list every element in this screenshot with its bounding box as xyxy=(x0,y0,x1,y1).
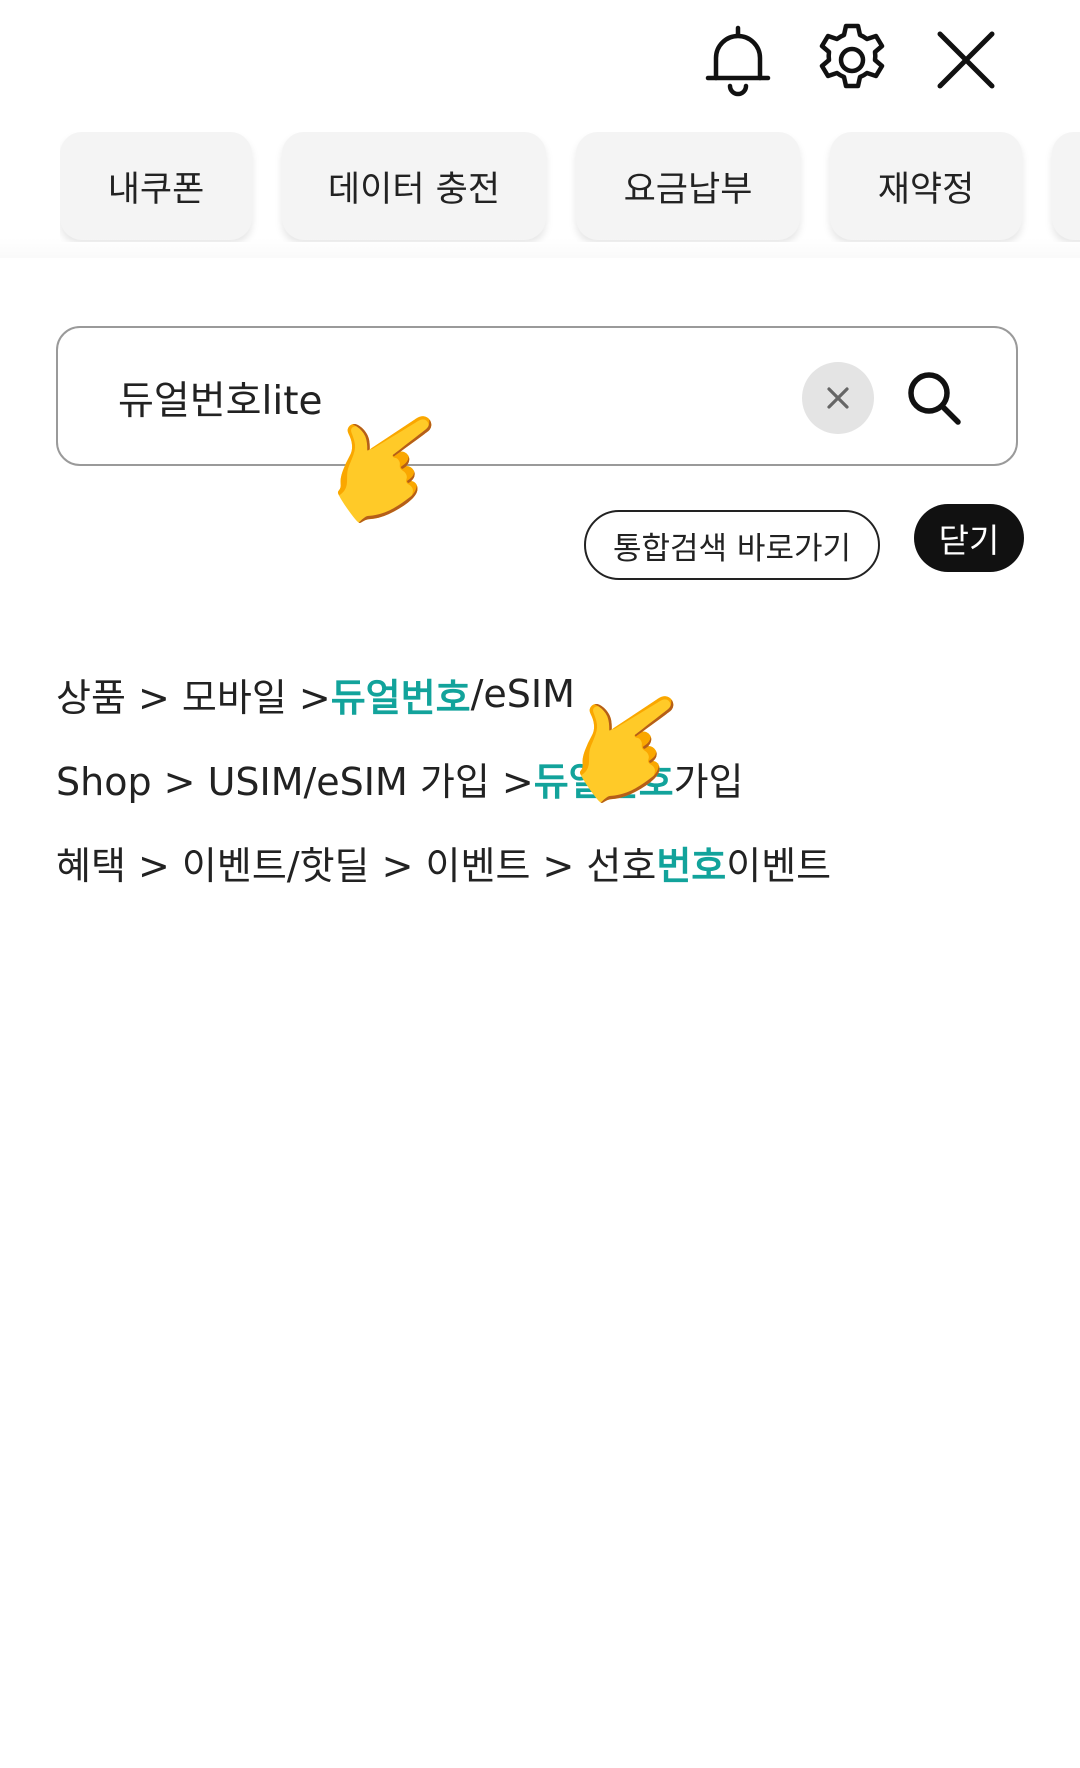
top-toolbar xyxy=(696,18,1008,102)
suggestion-item[interactable]: 혜택 > 이벤트/핫딜 > 이벤트 > 선호 번호 이벤트 xyxy=(56,820,831,904)
search-button[interactable] xyxy=(894,358,974,438)
suggestion-text: Shop > USIM/eSIM 가입 > xyxy=(56,759,534,804)
suggestion-item[interactable]: 상품 > 모바일 > 듀얼번호/eSIM xyxy=(56,652,831,736)
suggestion-highlight: 듀얼번호 xyxy=(330,675,471,720)
bell-icon[interactable] xyxy=(696,18,780,102)
chip-bill-payment[interactable]: 요금납부 xyxy=(576,132,800,240)
chip-recontract[interactable]: 재약정 xyxy=(830,132,1022,240)
close-button[interactable]: 닫기 xyxy=(914,504,1024,572)
suggestion-text: 상품 > 모바일 > xyxy=(56,675,331,720)
close-icon[interactable] xyxy=(924,18,1008,102)
search-suggestions: 상품 > 모바일 > 듀얼번호/eSIM Shop > USIM/eSIM 가입… xyxy=(56,652,831,904)
chip-data-charge[interactable]: 데이터 충전 xyxy=(282,132,546,240)
clear-search-button[interactable] xyxy=(802,362,874,434)
suggestion-text: /eSIM xyxy=(470,672,575,716)
gear-icon[interactable] xyxy=(810,18,894,102)
quick-menu-chips: 내쿠폰 데이터 충전 요금납부 재약정 xyxy=(60,132,1080,242)
chip-more[interactable] xyxy=(1052,132,1080,240)
chip-my-coupon[interactable]: 내쿠폰 xyxy=(60,132,252,240)
search-input[interactable] xyxy=(116,358,820,438)
unified-search-button[interactable]: 통합검색 바로가기 xyxy=(584,510,880,580)
search-box xyxy=(56,326,1018,466)
search-icon xyxy=(908,372,961,425)
suggestion-text: 혜택 > 이벤트/핫딜 > 이벤트 > 선호 xyxy=(56,843,657,888)
x-icon xyxy=(827,387,849,409)
suggestion-text: 이벤트 xyxy=(726,843,832,888)
suggestion-highlight: 번호 xyxy=(656,843,727,888)
